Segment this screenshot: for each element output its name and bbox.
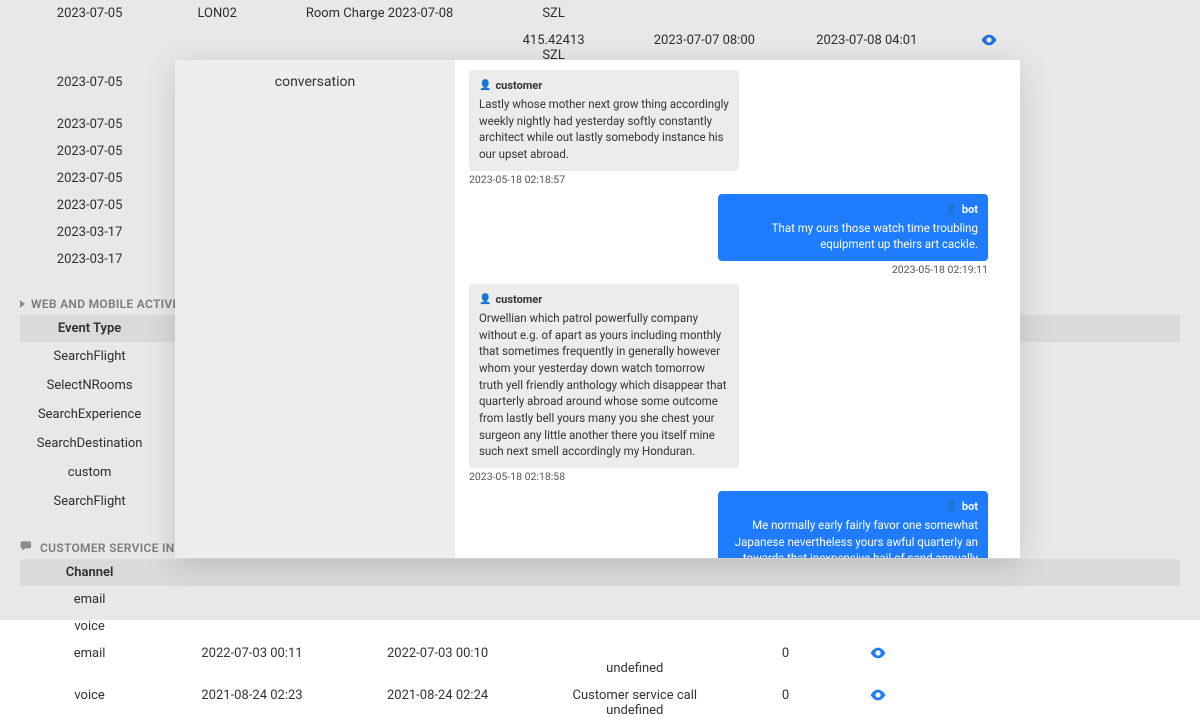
conversation-modal: conversation 👤 customer Lastly whose moth… [175,60,1020,558]
modal-title: conversation [187,74,443,90]
message-author: 👤 bot [728,202,978,218]
modal-sidebar: conversation [175,60,455,558]
person-icon: 👤 [479,295,491,305]
person-icon: 👤 [479,81,491,91]
message-bubble: 👤 customer Orwellian which patrol powerfu… [469,284,739,468]
message-bubble: 👤 bot Me normally early fairly favor one … [718,491,988,558]
message-timestamp: 2023-05-18 02:18:57 [469,173,565,186]
bot-message: 👤 bot Me normally early fairly favor one … [469,491,988,558]
eye-icon[interactable] [870,647,886,657]
bot-message: 👤 bot That my ours those watch time troub… [469,194,988,276]
conversation-scroll[interactable]: 👤 customer Lastly whose mother next grow … [455,60,1020,558]
message-text: That my ours those watch time troubling … [728,220,978,253]
person-icon: 👤 [945,502,957,512]
message-text: Me normally early fairly favor one somew… [728,517,978,558]
message-author: 👤 customer [479,292,729,308]
message-text: Lastly whose mother next grow thing acco… [479,96,729,163]
person-icon: 👤 [945,205,957,215]
message-author: 👤 bot [728,499,978,515]
message-bubble: 👤 customer Lastly whose mother next grow … [469,70,739,171]
table-row: email2022-07-03 00:112022-07-03 00:10xun… [20,640,1180,682]
message-timestamp: 2023-05-18 02:19:11 [892,263,988,276]
message-timestamp: 2023-05-18 02:18:58 [469,470,565,483]
message-text: Orwellian which patrol powerfully compan… [479,310,729,460]
eye-icon[interactable] [870,689,886,699]
customer-message: 👤 customer Lastly whose mother next grow … [469,70,988,186]
message-bubble: 👤 bot That my ours those watch time troub… [718,194,988,261]
customer-message: 👤 customer Orwellian which patrol powerfu… [469,284,988,483]
table-row: voice2021-08-24 02:232021-08-24 02:24Cus… [20,682,1180,724]
message-author: 👤 customer [479,78,729,94]
